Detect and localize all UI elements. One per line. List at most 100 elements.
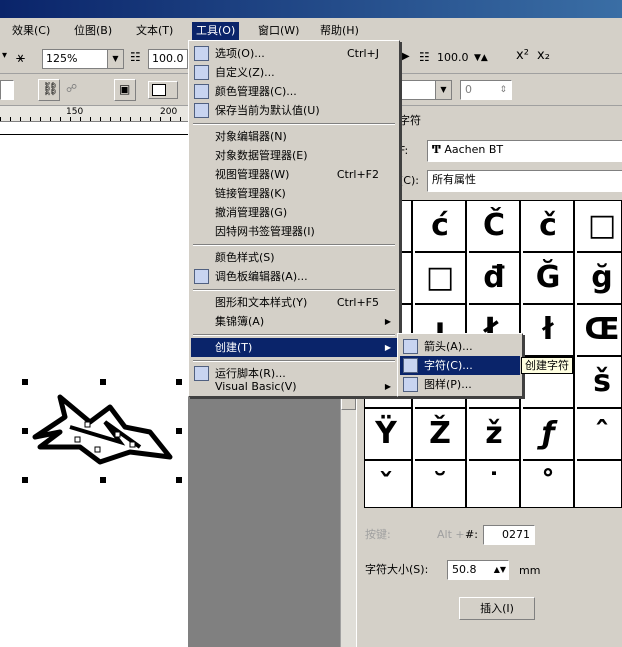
menu-separator [193,123,395,125]
palette-editor-icon [194,269,209,284]
glyph-cell[interactable]: č [523,201,575,253]
subscript-button[interactable]: x₂ [537,48,550,63]
glyph-cell[interactable]: ƒ [523,409,575,461]
menu-item-label: 调色板编辑器(A)... [215,270,308,283]
menu-item-label: 保存当前为默认值(U) [215,104,320,117]
selection-handle[interactable] [176,379,182,385]
menu-item-visual-basic[interactable]: Visual Basic(V) ▶ [191,379,397,395]
zoom-combo[interactable]: 125% ▼ [42,49,124,69]
menu-window[interactable]: 窗口(W) [254,22,303,40]
menu-item-label: 撤消管理器(G) [215,206,288,219]
glyph-cell[interactable] [577,461,621,507]
glyph-cell[interactable]: □ [577,201,621,253]
menu-item-view-manager[interactable]: 视图管理器(W) Ctrl+F2 [191,165,397,184]
glyph-cell[interactable]: ˘ [415,461,467,507]
wrap-button[interactable]: ⛓ [38,79,60,101]
glyph-cell[interactable]: š [577,357,621,409]
menu-item-undo-manager[interactable]: 撤消管理器(G) [191,203,397,222]
glyph-cell[interactable]: ğ [577,253,621,305]
selection-handle[interactable] [176,477,182,483]
font-select[interactable]: Ͳ Aachen BT [427,140,622,162]
selection-handle[interactable] [100,379,106,385]
menu-item-scrapbook[interactable]: 集锦簿(A) ▶ [191,312,397,331]
font-label: F: [399,144,409,157]
glyph-cell[interactable]: ˚ [523,461,575,507]
glyph-cell[interactable]: Ÿ [365,409,413,461]
menu-help[interactable]: 帮助(H) [316,22,363,40]
menu-item-color-manager[interactable]: 颜色管理器(C)... [191,82,397,101]
glyph-cell[interactable]: ć [415,201,467,253]
selection-handle[interactable] [22,379,28,385]
menu-item-label: 集锦簿(A) [215,315,265,328]
selection-handle[interactable] [22,477,28,483]
transform-icon[interactable]: ⚹ [16,48,25,66]
glyph-cell[interactable]: ˆ [577,409,621,461]
menu-text[interactable]: 文本(T) [132,22,177,40]
glyph-cell[interactable]: ˇ [365,461,413,507]
menu-item-create[interactable]: 创建(T) ▶ [191,338,397,357]
menu-item-customize[interactable]: 自定义(Z)... [191,63,397,82]
break-apart-icon[interactable]: ☍ [66,82,77,95]
subset-select[interactable]: 所有属性 [427,170,622,192]
menu-item-bookmark-manager[interactable]: 因特网书签管理器(I) [191,222,397,241]
customize-icon [194,65,209,80]
menu-separator [193,360,395,362]
insert-button[interactable]: 插入(I) [459,597,535,620]
menu-item-save-default[interactable]: 保存当前为默认值(U) [191,101,397,120]
selection-handle[interactable] [22,428,28,434]
outline-button[interactable] [148,81,178,99]
zoom-value: 125% [46,52,78,65]
menu-bitmap[interactable]: 位图(B) [70,22,116,40]
submenu-item-label: 图样(P)... [424,378,472,391]
glyph-cell[interactable]: Ž [415,409,467,461]
glyph-cell[interactable]: Č [469,201,521,253]
spacing-input[interactable]: 100.0 ▼▲ [434,49,508,69]
submenu-item-character[interactable]: 字符(C)... [400,356,520,375]
submenu-item-label: 箭头(A)... [424,340,473,353]
size-spin-icon[interactable]: ▲▼ [494,561,506,579]
width-icon: ☷ [130,50,141,64]
zoom-dropdown-icon[interactable]: ▼ [107,50,123,68]
glyph-cell[interactable]: □ [415,253,467,305]
style-combo[interactable]: ▼ [396,80,452,100]
menu-item-graphic-text-styles[interactable]: 图形和文本样式(Y) Ctrl+F5 [191,293,397,312]
menu-item-color-styles[interactable]: 颜色样式(S) [191,248,397,267]
menu-item-link-manager[interactable]: 链接管理器(K) [191,184,397,203]
subset-value: 所有属性 [432,173,476,186]
glyph-cell[interactable]: Ğ [523,253,575,305]
numeric-field[interactable]: 0 ⇕ [460,80,512,100]
style-dropdown-icon[interactable]: ▼ [435,81,451,99]
numeric-spin-icon[interactable]: ⇕ [499,81,507,99]
menu-tools[interactable]: 工具(O) [192,22,240,40]
keystroke-label: 按键: [365,528,391,541]
glyph-cell[interactable]: ž [469,409,521,461]
left-field[interactable] [0,80,14,100]
menu-item-object-data-manager[interactable]: 对象数据管理器(E) [191,146,397,165]
menu-item-object-editor[interactable]: 对象编辑器(N) [191,127,397,146]
glyph-cell[interactable]: ˙ [469,461,521,507]
menu-item-label: 选项(O)... [215,47,265,60]
menu-effects[interactable]: 效果(C) [8,22,54,40]
frame-button[interactable]: ▣ [114,79,136,101]
glyph-cell[interactable]: ł [523,305,575,357]
glyph-cell[interactable]: đ [469,253,521,305]
glyph-cell[interactable]: Œ [577,305,621,357]
dropdown-arrow-icon[interactable]: ▾ [2,50,7,61]
submenu-item-arrow[interactable]: 箭头(A)... [400,337,520,356]
menu-item-label: 自定义(Z)... [215,66,275,79]
superscript-button[interactable]: x² [516,48,529,63]
keystroke-input[interactable]: 0271 [483,525,535,545]
menu-item-palette-editor[interactable]: 调色板编辑器(A)... [191,267,397,286]
menu-item-label: 视图管理器(W) [215,168,290,181]
drawing-canvas[interactable] [0,122,188,647]
size-input[interactable]: 50.8 ▲▼ [447,560,509,580]
spin-down-icon[interactable]: ▼▲ [474,49,488,67]
menu-item-options[interactable]: 选项(O)... Ctrl+J [191,44,397,63]
menu-item-label: 创建(T) [215,341,253,354]
submenu-item-pattern[interactable]: 图样(P)... [400,375,520,394]
width-input[interactable]: 100.0 [148,49,188,69]
keystroke-modifier: Alt + [437,528,465,541]
spacing-arrow-icon[interactable]: ▶ [402,51,410,62]
selection-handle[interactable] [100,477,106,483]
scribble-shape[interactable] [30,387,180,477]
